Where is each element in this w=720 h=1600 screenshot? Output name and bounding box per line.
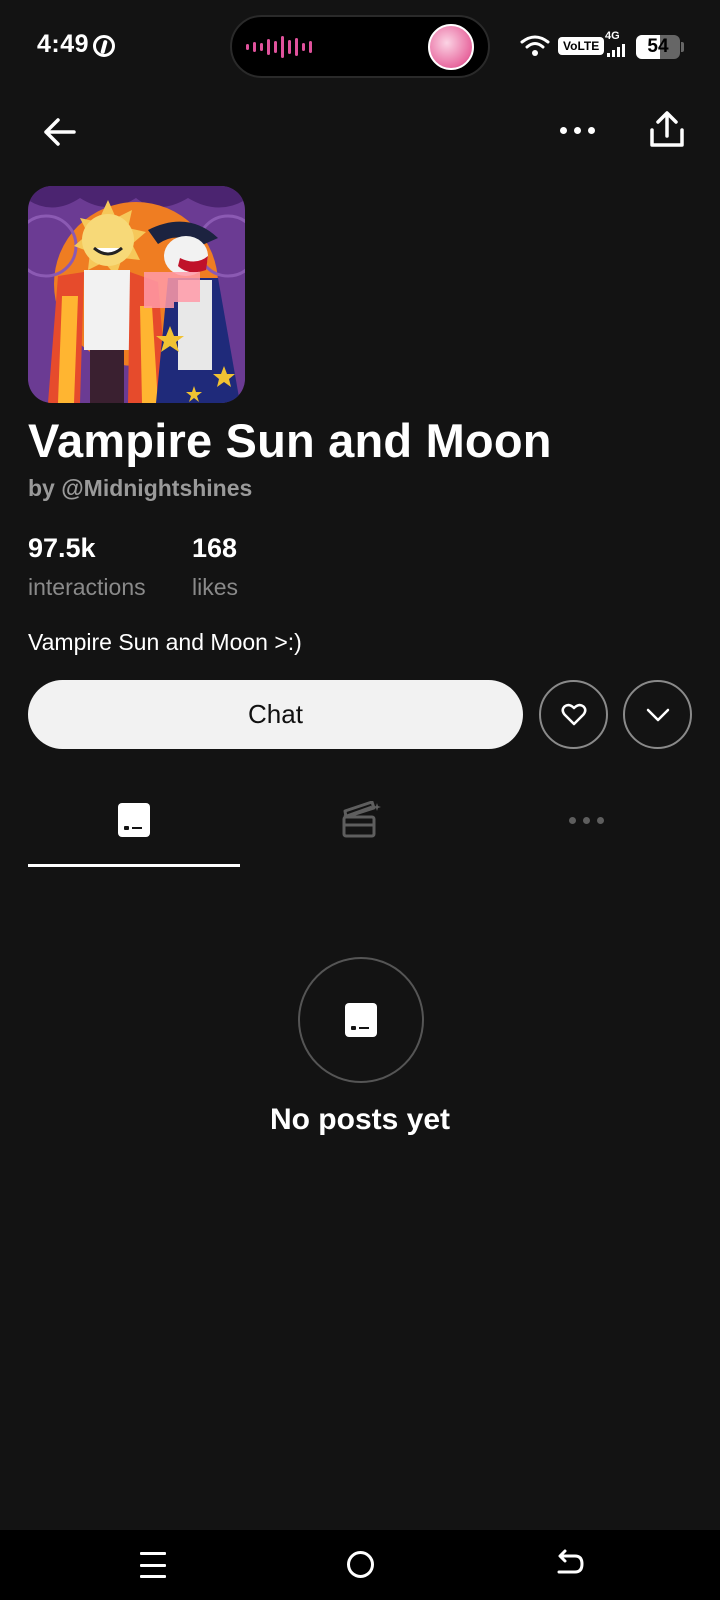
- more-options-icon[interactable]: [555, 115, 599, 145]
- dot: [568, 816, 576, 824]
- network-type: 4G: [605, 30, 620, 42]
- chat-button[interactable]: Chat: [28, 680, 523, 749]
- share-icon[interactable]: [645, 108, 689, 152]
- volte-badge: VoLTE: [558, 37, 605, 55]
- like-button[interactable]: [539, 680, 608, 749]
- status-bar: 4:49 VoLTE 4G 54: [0, 0, 720, 95]
- empty-state-text: No posts yet: [269, 1103, 451, 1136]
- stat-interactions: 97.5k interactions: [28, 533, 146, 601]
- expand-button[interactable]: [623, 680, 692, 749]
- back-arrow-icon[interactable]: [38, 110, 82, 154]
- heart-icon: [561, 703, 586, 725]
- dynamic-island[interactable]: [230, 15, 490, 78]
- dot: [582, 816, 590, 824]
- pinterest-icon: [93, 35, 115, 57]
- battery-percent: 54: [647, 36, 669, 57]
- audio-wave-icon: [246, 36, 312, 58]
- stat-label: likes: [192, 574, 239, 600]
- empty-state-icon-circle: [298, 957, 424, 1083]
- system-nav-bar: [0, 1530, 720, 1600]
- battery-tip: [681, 42, 684, 52]
- stat-label: interactions: [28, 574, 146, 600]
- wifi-icon: [520, 35, 550, 56]
- character-description: Vampire Sun and Moon >:): [28, 629, 302, 655]
- recent-apps-icon[interactable]: [140, 1552, 166, 1578]
- author-link[interactable]: by @Midnightshines: [28, 475, 252, 502]
- media-thumbnail[interactable]: [428, 24, 474, 70]
- dot: [596, 816, 604, 824]
- character-avatar: [28, 186, 245, 403]
- status-time: 4:49: [37, 30, 90, 58]
- stat-likes: 168 likes: [192, 533, 238, 601]
- battery-icon: 54: [636, 35, 680, 59]
- posts-icon: [118, 803, 150, 837]
- stat-value: 97.5k: [28, 533, 96, 563]
- active-tab-indicator: [28, 864, 240, 867]
- tab-scenes[interactable]: [255, 790, 467, 850]
- back-nav-icon[interactable]: [553, 1548, 585, 1580]
- home-icon[interactable]: [347, 1551, 374, 1578]
- tab-posts[interactable]: [28, 790, 240, 850]
- signal-icon: [607, 44, 625, 57]
- chevron-down-icon: [646, 708, 669, 721]
- character-name: Vampire Sun and Moon: [28, 414, 552, 467]
- tab-more[interactable]: [480, 790, 692, 850]
- posts-icon: [345, 1003, 377, 1037]
- stat-value: 168: [192, 533, 238, 563]
- clapperboard-icon: [342, 801, 381, 838]
